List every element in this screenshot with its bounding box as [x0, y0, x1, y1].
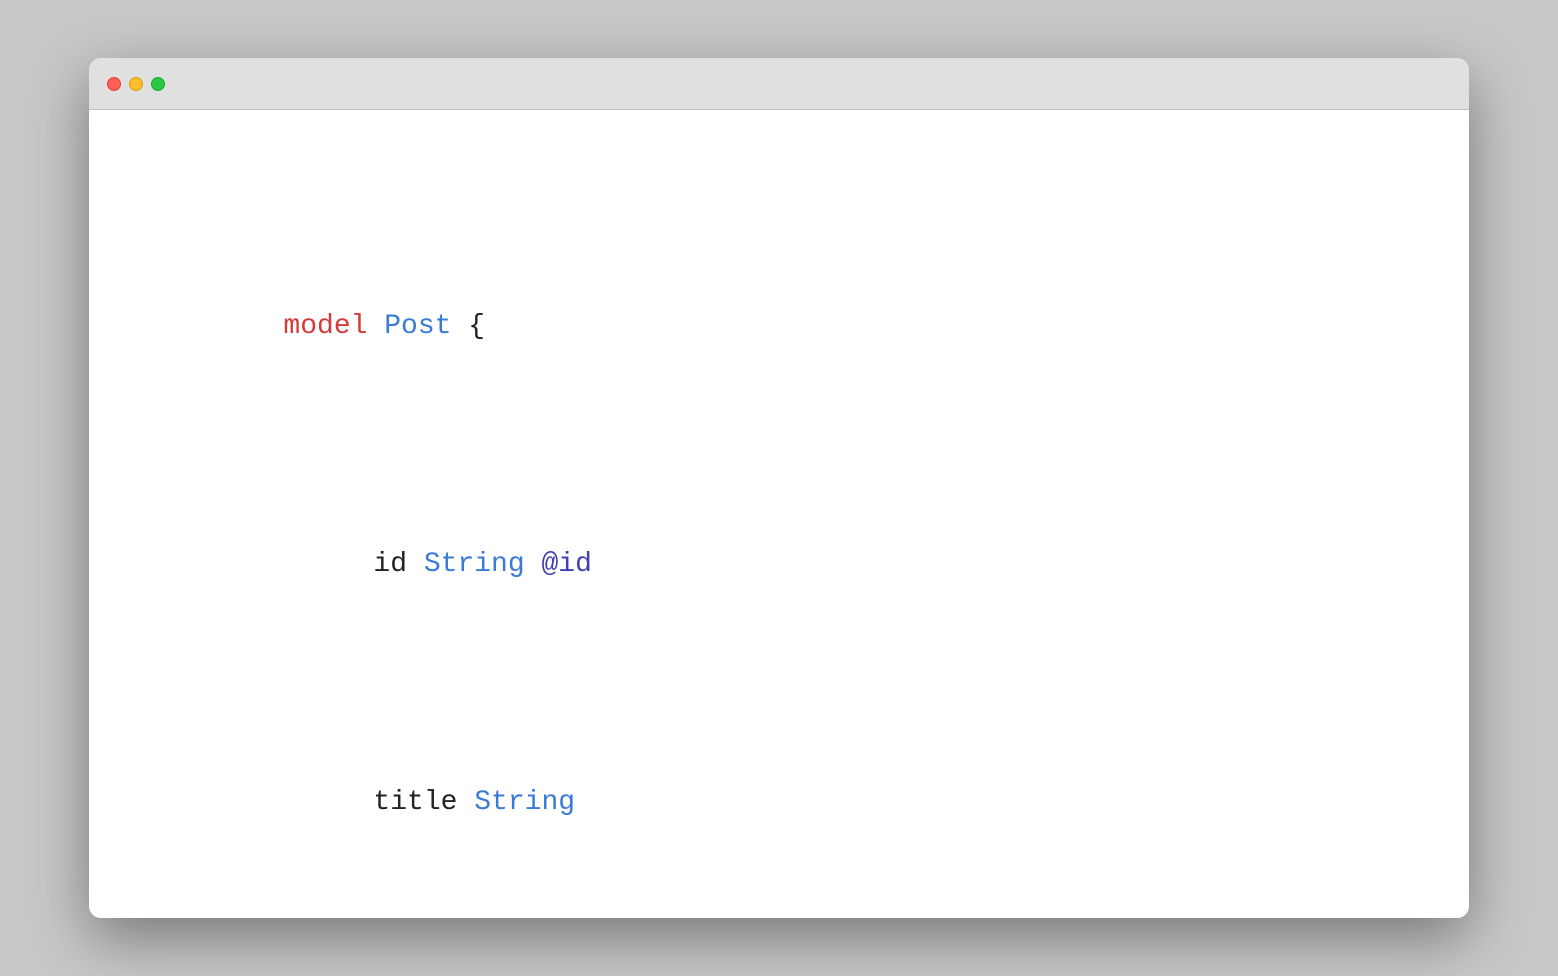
field-title-line: title String — [149, 731, 1409, 874]
code-editor: model Post { id String @id title String … — [89, 110, 1469, 918]
app-window: model Post { id String @id title String … — [89, 58, 1469, 918]
field-id-line: id String @id — [149, 493, 1409, 636]
code-content: model Post { id String @id title String … — [149, 160, 1409, 918]
close-button[interactable] — [107, 77, 121, 91]
model-declaration-line: model Post { — [149, 255, 1409, 398]
minimize-button[interactable] — [129, 77, 143, 91]
maximize-button[interactable] — [151, 77, 165, 91]
titlebar — [89, 58, 1469, 110]
model-keyword: model — [283, 311, 367, 342]
model-name: Post — [384, 311, 451, 342]
